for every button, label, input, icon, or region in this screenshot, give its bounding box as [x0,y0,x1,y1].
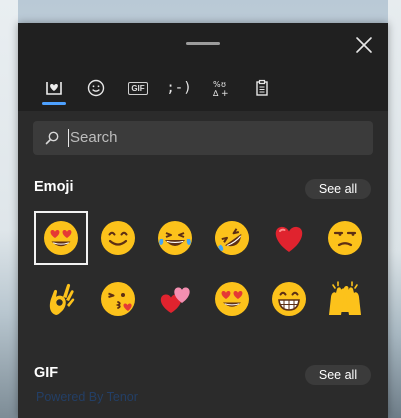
gif-icon: GIF [128,81,148,95]
two-hearts-emoji[interactable] [148,272,202,326]
svg-text:%: % [213,80,221,89]
kissing-heart-emoji[interactable] [91,272,145,326]
emoji-see-all-button[interactable]: See all [305,179,371,199]
heart-eyes-emoji[interactable] [34,211,88,265]
unamused-emoji[interactable] [318,211,372,265]
tears-of-joy-emoji[interactable] [148,211,202,265]
raising-hands-emoji-icon [329,281,361,315]
clipboard-icon [256,79,268,96]
tab-smiley[interactable] [81,73,111,103]
grinning-emoji[interactable] [262,272,316,326]
red-heart-emoji[interactable] [262,211,316,265]
drag-handle[interactable] [186,42,220,45]
unamused-emoji-icon [328,221,362,255]
close-button[interactable] [353,34,375,56]
smiley-icon [87,79,105,97]
svg-text:ʊ: ʊ [221,80,226,89]
search-input[interactable] [70,121,360,155]
svg-text:∆: ∆ [212,89,219,98]
tab-kaomoji[interactable]: ;-) [164,73,194,103]
raising-hands-emoji[interactable] [318,272,372,326]
gif-see-all-button[interactable]: See all [305,365,371,385]
heart-eyes-smiling-emoji[interactable] [205,272,259,326]
ok-hand-emoji[interactable] [34,272,88,326]
search-icon [45,131,59,145]
svg-text:+: + [221,89,229,99]
powered-by-tenor-link[interactable]: Powered By Tenor [36,390,138,404]
ok-hand-emoji-icon [49,283,75,315]
gif-section-title: GIF [34,365,59,381]
symbols-icon: % ʊ ∆ + [212,80,229,99]
tab-symbols[interactable]: % ʊ ∆ + [206,73,236,103]
active-tab-indicator [42,102,66,105]
desktop-background-right [388,0,401,418]
tab-bar: GIF ;-) % ʊ ∆ + [18,65,388,111]
tears-of-joy-emoji-icon [158,221,192,255]
tab-gif[interactable]: GIF [123,73,153,103]
tab-emoji[interactable] [39,73,69,103]
emoji-section-title: Emoji [34,179,74,195]
close-icon [356,37,372,53]
smiling-emoji[interactable] [91,211,145,265]
heart-eyes-smiling-emoji-icon [215,282,249,316]
text-caret [68,129,69,147]
kaomoji-icon: ;-) [166,80,192,96]
heart-emoji-icon [46,82,62,95]
desktop-background-left [0,0,18,418]
rolling-on-floor-laughing-emoji[interactable] [205,211,259,265]
red-heart-emoji-icon [275,226,303,252]
emoji-panel: GIF ;-) % ʊ ∆ + Emoji [18,23,388,418]
kissing-heart-emoji-icon [101,282,135,316]
smiling-emoji-icon [101,221,135,255]
tab-clipboard[interactable] [247,73,277,103]
search-box[interactable] [33,121,373,155]
rolling-laughing-emoji-icon [215,221,249,255]
title-bar[interactable] [18,23,388,65]
two-hearts-emoji-icon [160,287,190,313]
heart-eyes-emoji-icon [44,221,78,255]
grinning-emoji-icon [272,282,306,316]
